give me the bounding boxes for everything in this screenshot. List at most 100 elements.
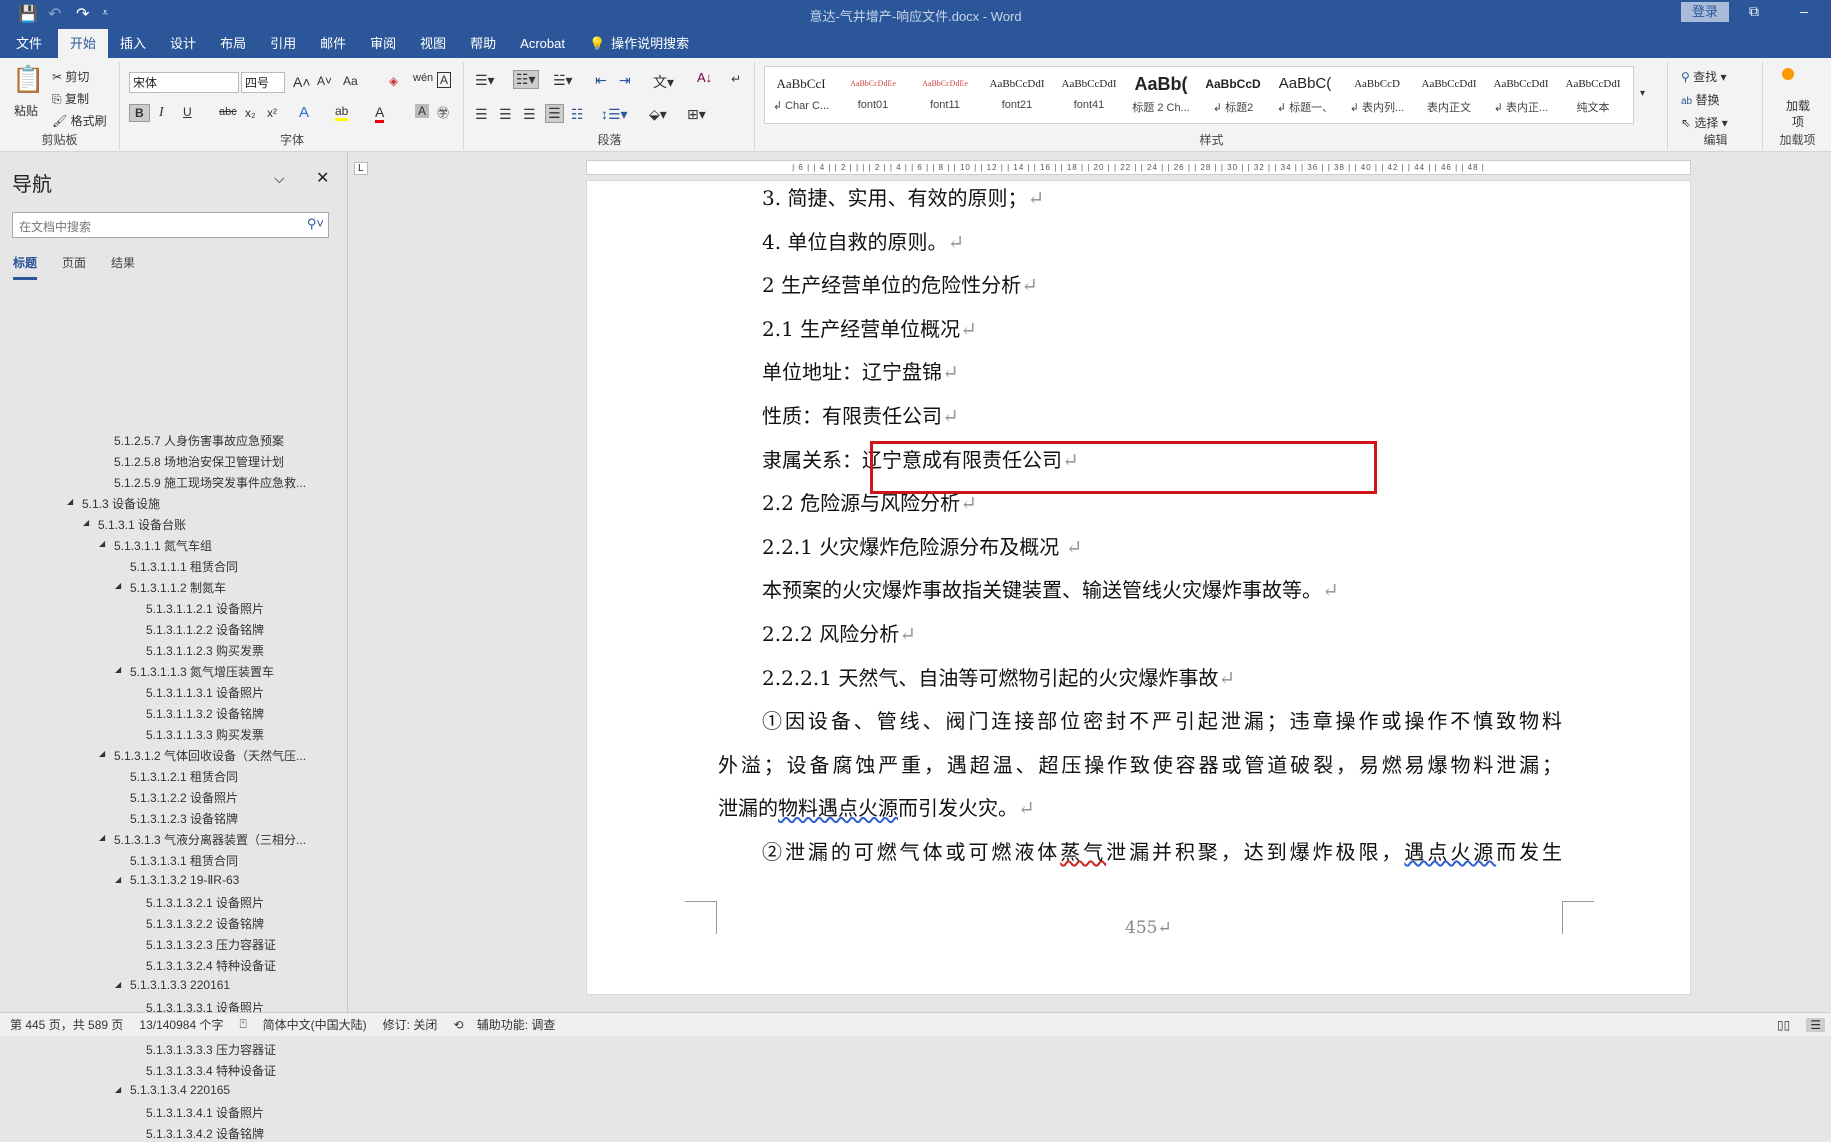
show-marks-icon[interactable]: ↵: [731, 72, 741, 86]
addins-button[interactable]: 加载项: [1784, 98, 1812, 130]
nav-heading-item[interactable]: 5.1.3.1.2.1 租赁合同: [130, 768, 238, 785]
grow-font-icon[interactable]: A˄: [293, 74, 311, 90]
copy-button[interactable]: ⎘ 复制: [52, 90, 89, 107]
tab-3[interactable]: 设计: [158, 29, 208, 58]
search-icon[interactable]: ⚲˅: [307, 216, 324, 232]
justify-icon[interactable]: ☰: [545, 104, 564, 123]
nav-heading-item[interactable]: 5.1.3.1.3.1 租赁合同: [130, 852, 238, 869]
accessibility-status[interactable]: ⟲ 辅助功能: 调查: [453, 1016, 561, 1033]
replace-button[interactable]: ab 替换: [1681, 91, 1719, 108]
change-case-button[interactable]: Aa: [343, 74, 358, 88]
nav-heading-item[interactable]: 5.1.3.1.3.3 220161: [130, 978, 230, 992]
align-right-icon[interactable]: ☰: [523, 106, 536, 123]
nav-heading-item[interactable]: 5.1.3.1.3.2 19-ⅡR-63: [130, 873, 239, 887]
word-count[interactable]: 13/140984 个字: [139, 1016, 223, 1033]
nav-heading-item[interactable]: 5.1.3.1.2.2 设备照片: [130, 789, 238, 806]
language[interactable]: 简体中文(中国大陆): [263, 1016, 367, 1033]
style-item[interactable]: AaBbCcI ↲ Char C...: [765, 67, 837, 123]
sort-icon[interactable]: A↓: [697, 70, 712, 85]
strikethrough-button[interactable]: abc: [219, 106, 237, 118]
expand-triangle-icon[interactable]: ◢: [67, 497, 73, 506]
cut-button[interactable]: ✂ 剪切: [52, 68, 89, 85]
tab-2[interactable]: 插入: [108, 29, 158, 58]
paste-icon[interactable]: 📋: [12, 64, 44, 95]
nav-heading-item[interactable]: 5.1.3.1.1.2.1 设备照片: [146, 600, 264, 617]
track-changes-status[interactable]: 修订: 关闭: [383, 1016, 438, 1033]
tab-7[interactable]: 审阅: [358, 29, 408, 58]
style-item[interactable]: AaBbCcDdI 表内正文: [1413, 67, 1485, 123]
font-size-select[interactable]: 四号: [241, 72, 285, 93]
nav-heading-item[interactable]: 5.1.3.1.1.3.3 购买发票: [146, 726, 264, 743]
nav-heading-item[interactable]: 5.1.3.1.3.2.4 特种设备证: [146, 957, 276, 974]
superscript-button[interactable]: x²: [267, 106, 277, 120]
enclose-char-icon[interactable]: ㊫: [437, 104, 449, 121]
nav-heading-item[interactable]: 5.1.3.1.1.3 氮气增压装置车: [130, 663, 274, 680]
style-item[interactable]: AaBbCcDdI ↲ 表内正...: [1485, 67, 1557, 123]
nav-heading-item[interactable]: 5.1.3.1.3.4.2 设备铭牌: [146, 1125, 264, 1142]
expand-triangle-icon[interactable]: ◢: [99, 833, 105, 842]
expand-triangle-icon[interactable]: ◢: [115, 980, 121, 989]
highlight-icon[interactable]: ab: [335, 104, 349, 121]
expand-triangle-icon[interactable]: ◢: [83, 518, 89, 527]
nav-heading-item[interactable]: 5.1.3.1.3 气液分离器装置（三相分...: [114, 831, 306, 848]
decrease-indent-icon[interactable]: ⇤: [595, 72, 607, 89]
close-icon[interactable]: ✕: [316, 168, 329, 188]
borders-icon[interactable]: ⊞▾: [687, 106, 706, 123]
ribbon-display-options-icon[interactable]: ⧉: [1749, 3, 1759, 20]
minimize-button[interactable]: –: [1800, 3, 1808, 19]
nav-heading-item[interactable]: 5.1.3.1.3.4 220165: [130, 1083, 230, 1097]
style-item[interactable]: AaBbCcDdEe font01: [837, 67, 909, 123]
print-layout-icon[interactable]: ☰: [1806, 1017, 1825, 1032]
char-border-icon[interactable]: A: [437, 72, 452, 88]
expand-triangle-icon[interactable]: ◢: [99, 749, 105, 758]
font-name-select[interactable]: 宋体: [129, 72, 239, 93]
expand-triangle-icon[interactable]: ◢: [115, 875, 121, 884]
expand-triangle-icon[interactable]: ◢: [115, 665, 121, 674]
paste-button[interactable]: 粘贴: [14, 102, 38, 119]
style-item[interactable]: AaBbCcDdEe font11: [909, 67, 981, 123]
char-shading-icon[interactable]: A: [415, 104, 430, 118]
nav-heading-item[interactable]: 5.1.2.5.8 场地治安保卫管理计划: [114, 453, 284, 470]
expand-triangle-icon[interactable]: ◢: [115, 581, 121, 590]
tab-0[interactable]: 文件: [0, 29, 58, 58]
text-effects-icon[interactable]: A: [299, 104, 309, 121]
nav-heading-item[interactable]: 5.1.3.1.1.3.2 设备铭牌: [146, 705, 264, 722]
style-item[interactable]: AaBbC(↲ 标题一、: [1269, 67, 1341, 123]
read-mode-icon[interactable]: ▯▯: [1777, 1018, 1790, 1032]
nav-heading-item[interactable]: 5.1.3.1.3.4.1 设备照片: [146, 1104, 264, 1121]
clear-format-icon[interactable]: ◈: [389, 74, 398, 88]
tab-headings[interactable]: 标题: [13, 254, 38, 280]
expand-triangle-icon[interactable]: ◢: [99, 539, 105, 548]
style-item[interactable]: AaBbCcD ↲ 标题2: [1197, 67, 1269, 123]
tab-11[interactable]: 💡 操作说明搜索: [577, 29, 701, 58]
nav-heading-item[interactable]: 5.1.3.1.2.3 设备铭牌: [130, 810, 238, 827]
increase-indent-icon[interactable]: ⇥: [619, 72, 631, 89]
tab-1[interactable]: 开始: [58, 29, 109, 58]
tab-6[interactable]: 邮件: [308, 29, 358, 58]
nav-heading-item[interactable]: 5.1.3.1.3.2.3 压力容器证: [146, 936, 276, 953]
tab-results[interactable]: 结果: [111, 254, 135, 271]
align-center-icon[interactable]: ☰: [499, 106, 512, 123]
style-item[interactable]: AaBbCcDdI font41: [1053, 67, 1125, 123]
nav-heading-item[interactable]: 5.1.3.1.3.2.2 设备铭牌: [146, 915, 264, 932]
subscript-button[interactable]: x₂: [245, 106, 256, 120]
tab-4[interactable]: 布局: [208, 29, 258, 58]
nav-heading-item[interactable]: 5.1.3.1.1.1 租赁合同: [130, 558, 238, 575]
tab-8[interactable]: 视图: [408, 29, 458, 58]
vertical-scrollbar[interactable]: [1812, 175, 1831, 1012]
tab-selector-icon[interactable]: L: [354, 162, 368, 175]
bold-button[interactable]: B: [129, 104, 150, 122]
nav-heading-item[interactable]: 5.1.3.1.1.3.1 设备照片: [146, 684, 264, 701]
multilevel-list-icon[interactable]: ☱▾: [553, 72, 573, 89]
nav-heading-item[interactable]: 5.1.3.1.3.2.1 设备照片: [146, 894, 264, 911]
nav-heading-item[interactable]: 5.1.3.1.3.3.4 特种设备证: [146, 1062, 276, 1079]
tab-10[interactable]: Acrobat: [508, 29, 577, 58]
nav-heading-item[interactable]: 5.1.3.1.1.2.2 设备铭牌: [146, 621, 264, 638]
nav-heading-item[interactable]: 5.1.3.1.3.3.3 压力容器证: [146, 1041, 276, 1058]
nav-heading-item[interactable]: 5.1.2.5.9 施工现场突发事件应急救...: [114, 474, 306, 491]
underline-button[interactable]: U: [183, 105, 192, 119]
nav-heading-item[interactable]: 5.1.2.5.7 人身伤害事故应急预案: [114, 432, 284, 449]
nav-search-input[interactable]: 在文档中搜索 ⚲˅: [12, 212, 329, 238]
tab-pages[interactable]: 页面: [62, 254, 86, 271]
align-left-icon[interactable]: ☰: [475, 106, 488, 123]
